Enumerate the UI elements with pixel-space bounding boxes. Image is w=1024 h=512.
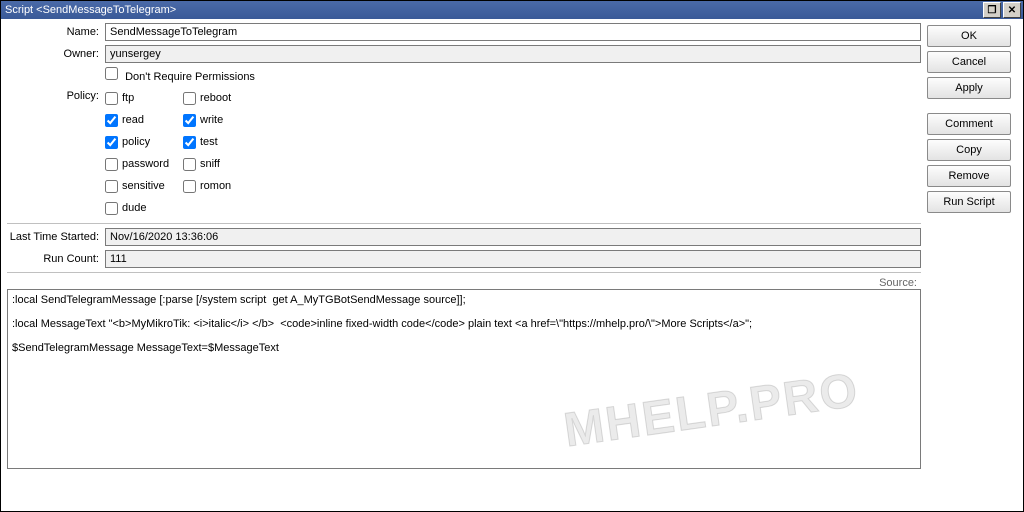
window-title: Script <SendMessageToTelegram> [5, 4, 981, 16]
titlebar: Script <SendMessageToTelegram> ❐ ✕ [1, 1, 1023, 19]
policy-sniff[interactable]: sniff [183, 158, 261, 171]
policy-password[interactable]: password [105, 158, 183, 171]
policy-reboot[interactable]: reboot [183, 92, 261, 105]
dont-require-check[interactable] [105, 67, 118, 80]
run-script-button[interactable]: Run Script [927, 191, 1011, 213]
last-time-value [105, 228, 921, 246]
owner-label: Owner: [7, 48, 105, 60]
remove-button[interactable]: Remove [927, 165, 1011, 187]
policy-policy[interactable]: policy [105, 136, 183, 149]
policy-sensitive[interactable]: sensitive [105, 180, 183, 193]
policy-write[interactable]: write [183, 114, 261, 127]
window-close-button[interactable]: ✕ [1003, 2, 1021, 18]
copy-button[interactable]: Copy [927, 139, 1011, 161]
dont-require-label: Don't Require Permissions [125, 71, 255, 83]
owner-input [105, 45, 921, 63]
last-time-label: Last Time Started: [7, 231, 105, 243]
separator-2 [7, 272, 921, 273]
source-textarea[interactable]: :local SendTelegramMessage [:parse [/sys… [7, 289, 921, 469]
policy-romon[interactable]: romon [183, 180, 261, 193]
run-count-label: Run Count: [7, 253, 105, 265]
separator [7, 223, 921, 224]
run-count-value [105, 250, 921, 268]
cancel-button[interactable]: Cancel [927, 51, 1011, 73]
policy-ftp[interactable]: ftp [105, 92, 183, 105]
name-label: Name: [7, 26, 105, 38]
name-input[interactable] [105, 23, 921, 41]
policy-read[interactable]: read [105, 114, 183, 127]
dont-require-checkbox[interactable]: Don't Require Permissions [105, 67, 255, 83]
source-content: :local SendTelegramMessage [:parse [/sys… [12, 294, 752, 354]
watermark: MHELP.PRO [560, 363, 862, 459]
window-restore-button[interactable]: ❐ [983, 2, 1001, 18]
apply-button[interactable]: Apply [927, 77, 1011, 99]
ok-button[interactable]: OK [927, 25, 1011, 47]
policy-label: Policy: [7, 87, 105, 102]
source-label: Source: [7, 277, 921, 289]
policy-dude[interactable]: dude [105, 202, 183, 215]
comment-button[interactable]: Comment [927, 113, 1011, 135]
policy-test[interactable]: test [183, 136, 261, 149]
